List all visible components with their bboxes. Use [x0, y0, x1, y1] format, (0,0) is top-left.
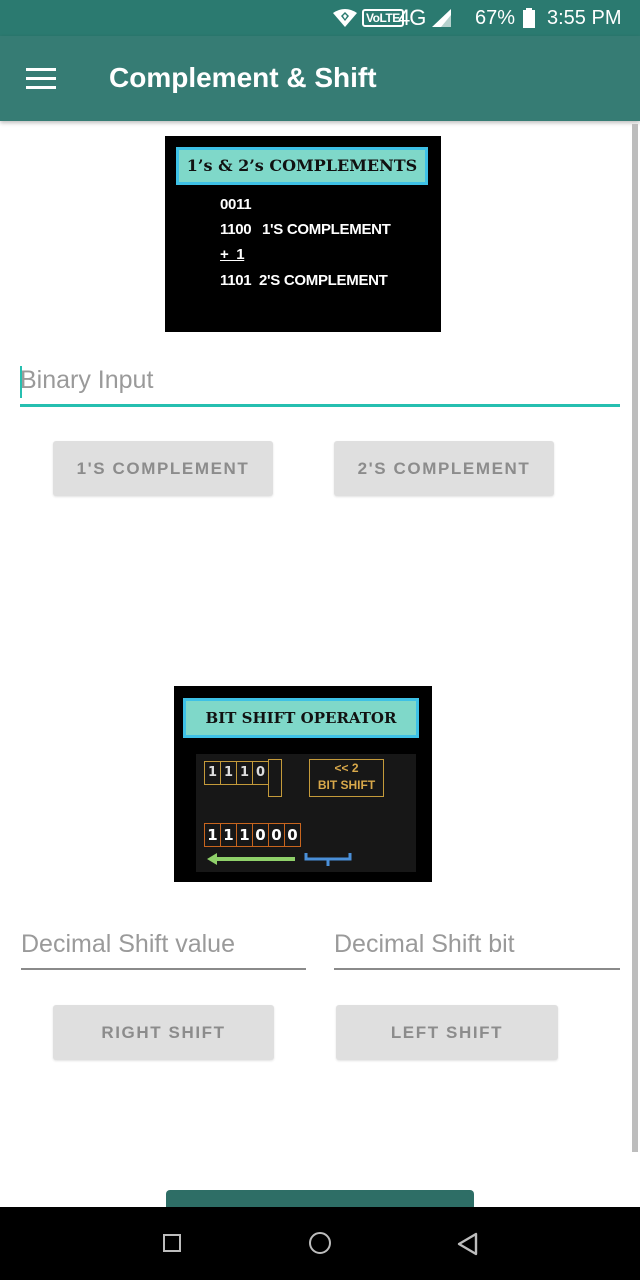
shift-result-bit-cell: 0	[284, 823, 301, 847]
shift-top-bit-cell: 1	[236, 761, 253, 785]
battery-icon	[523, 8, 535, 28]
shift-illustration: BIT SHIFT OPERATOR 1110 << 2 BIT SHIFT 1…	[174, 686, 432, 882]
shift-result-bit-cell: 1	[204, 823, 221, 847]
complement-illustration-title: 1’s & 2’s COMPLEMENTS	[176, 147, 428, 185]
complement-line-ones-value: 1100	[220, 221, 252, 238]
text-caret	[20, 366, 22, 398]
shift-bit-input[interactable]	[334, 930, 620, 965]
page-title: Complement & Shift	[109, 62, 377, 93]
shift-value-field[interactable]	[21, 930, 306, 970]
complement-line-ones-label: 1'S COMPLEMENT	[262, 221, 391, 238]
binary-input-underline	[20, 404, 620, 407]
bracket-icon	[304, 853, 352, 866]
right-shift-button[interactable]: RIGHT SHIFT	[53, 1005, 274, 1060]
twos-complement-button[interactable]: 2'S COMPLEMENT	[334, 441, 554, 496]
shift-bit-underline	[334, 968, 620, 970]
status-bar: VoLTE 4G 67% 3:55 PM	[0, 0, 640, 36]
wifi-icon	[333, 9, 357, 27]
signal-icon	[432, 9, 451, 27]
shift-illustration-title: BIT SHIFT OPERATOR	[183, 698, 419, 738]
left-arrow-icon	[207, 853, 295, 865]
complement-line-plus-one: + 1	[220, 246, 245, 263]
shift-result-bit-cell: 1	[236, 823, 253, 847]
battery-percent: 67%	[475, 7, 516, 29]
home-icon[interactable]	[309, 1232, 331, 1254]
shift-top-bit-cell: 1	[220, 761, 237, 785]
shift-result-bit-cell: 1	[220, 823, 237, 847]
shift-result-bit-cell: 0	[268, 823, 285, 847]
binary-input[interactable]	[20, 366, 620, 401]
shift-label-amount: << 2	[334, 761, 359, 775]
binary-input-field[interactable]	[20, 366, 620, 407]
ones-complement-button[interactable]: 1'S COMPLEMENT	[53, 441, 273, 496]
recent-apps-icon[interactable]	[163, 1234, 181, 1252]
back-icon[interactable]	[456, 1232, 480, 1256]
app-toolbar: Complement & Shift	[0, 36, 640, 121]
complement-line-twos-label: 2'S COMPLEMENT	[259, 272, 388, 289]
shift-bit-field[interactable]	[334, 930, 620, 970]
shift-label-box: << 2 BIT SHIFT	[309, 759, 384, 797]
complement-illustration: 1’s & 2’s COMPLEMENTS 0011 1100 1'S COMP…	[165, 136, 441, 332]
clock: 3:55 PM	[547, 7, 622, 29]
complement-line-original: 0011	[220, 196, 252, 213]
shift-top-bit-cell: 0	[252, 761, 269, 785]
shift-value-input[interactable]	[21, 930, 306, 965]
left-shift-button[interactable]: LEFT SHIFT	[336, 1005, 558, 1060]
shift-top-bit-cell: 1	[204, 761, 221, 785]
shift-result-bit-cell: 0	[252, 823, 269, 847]
shift-result-bits: 111000	[204, 823, 301, 847]
menu-icon[interactable]	[26, 66, 58, 92]
navigation-bar	[0, 1207, 640, 1280]
complement-line-twos-value: 1101	[220, 272, 252, 289]
shift-top-bit-empty-cell	[268, 759, 282, 797]
shift-value-underline	[21, 968, 306, 970]
shift-top-bits: 1110	[204, 759, 282, 797]
shift-label-text: BIT SHIFT	[317, 778, 376, 792]
network-type: 4G	[398, 5, 426, 30]
scrollbar[interactable]	[632, 124, 638, 1152]
